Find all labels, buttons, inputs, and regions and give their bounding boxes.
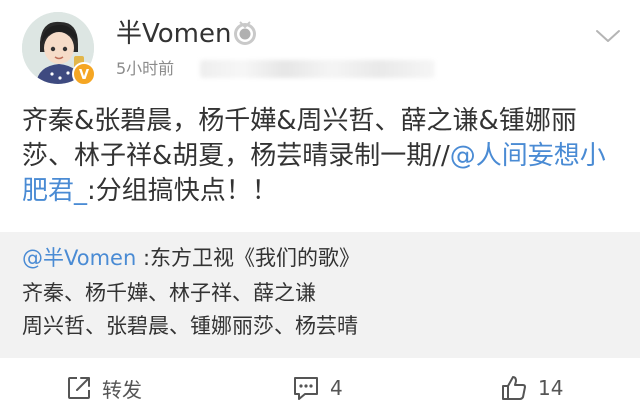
svg-text:V: V bbox=[79, 68, 89, 83]
comment-button[interactable]: 4 bbox=[292, 374, 343, 402]
post-timestamp: 5小时前 bbox=[116, 59, 175, 78]
chevron-down-icon[interactable] bbox=[594, 26, 622, 46]
post-body: 齐秦&张碧晨，杨千嬅&周兴哲、薛之谦&锺娜丽莎、林子祥&胡夏，杨芸晴录制一期//… bbox=[22, 104, 622, 209]
thumbs-up-icon bbox=[502, 376, 526, 400]
like-button[interactable]: 14 bbox=[500, 374, 563, 402]
repost-line-1: 齐秦、杨千嬅、林子祥、薛之谦 bbox=[22, 281, 316, 305]
action-bar: 转发 4 14 bbox=[0, 368, 640, 408]
repost-header: @半Vomen :东方卫视《我们的歌》 bbox=[22, 244, 360, 272]
like-count: 14 bbox=[538, 376, 564, 400]
repost-button[interactable]: 转发 bbox=[66, 374, 142, 402]
repost-line-2: 周兴哲、张碧晨、锺娜丽莎、杨芸晴 bbox=[22, 314, 358, 338]
post-body-text-end: :分组搞快点！！ bbox=[87, 176, 278, 206]
post-header: V 半Vomen 5小时前 bbox=[0, 0, 640, 95]
reposted-content[interactable]: @半Vomen :东方卫视《我们的歌》 齐秦、杨千嬅、林子祥、薛之谦 周兴哲、张… bbox=[0, 232, 640, 358]
share-icon bbox=[68, 377, 90, 399]
repost-mention-link[interactable]: @半Vomen bbox=[22, 246, 136, 270]
medal-badge-icon bbox=[232, 20, 258, 46]
repost-title-text: :东方卫视《我们的歌》 bbox=[136, 246, 361, 270]
verified-badge-icon: V bbox=[72, 62, 96, 86]
comment-icon bbox=[294, 377, 318, 400]
username[interactable]: 半Vomen bbox=[116, 18, 231, 50]
blurred-source-text bbox=[200, 60, 435, 78]
repost-label: 转发 bbox=[102, 377, 142, 402]
comment-count: 4 bbox=[330, 376, 343, 400]
